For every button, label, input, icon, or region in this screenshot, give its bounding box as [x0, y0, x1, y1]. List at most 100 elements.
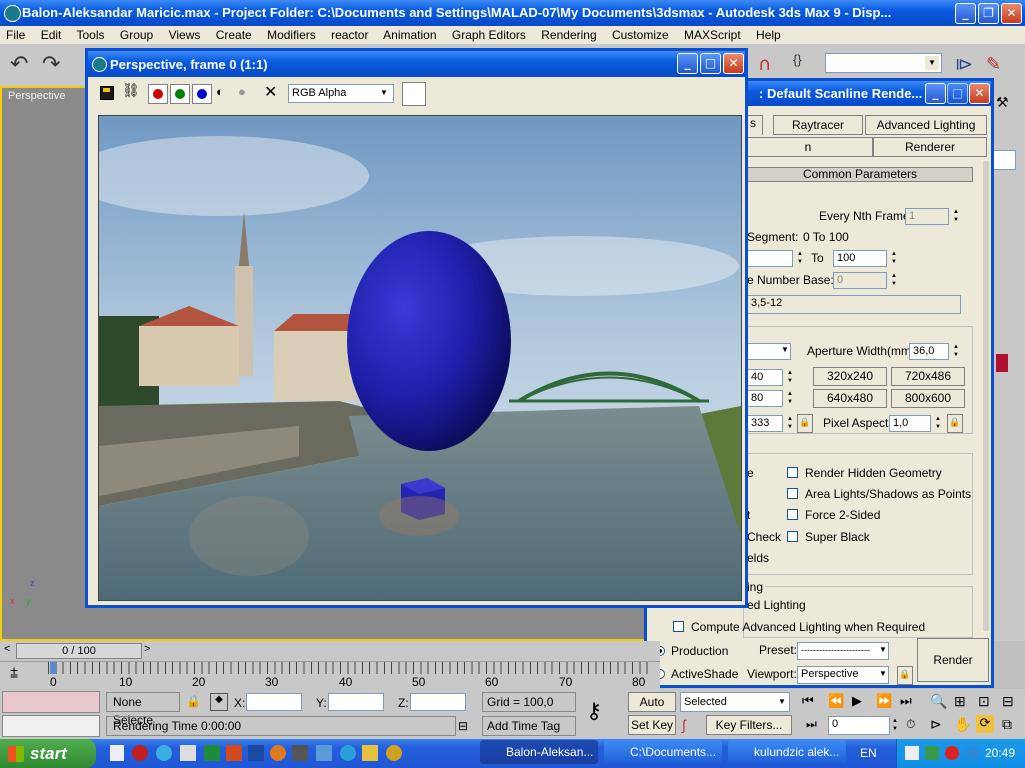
common-parameters-rollout[interactable]: Common Parameters [747, 167, 973, 182]
res-320x240-button[interactable]: 320x240 [813, 367, 887, 386]
magnet-snap-icon[interactable]: ∩ [758, 54, 784, 80]
render-hidden-geometry-checkbox[interactable] [787, 467, 798, 478]
key-mode-dropdown[interactable]: Selected [680, 692, 790, 712]
render-dialog-scrollbar[interactable] [983, 161, 989, 631]
play-icon[interactable]: ▶ [852, 693, 862, 709]
hammer-icon[interactable]: ⚒ [996, 94, 1009, 111]
task-explorer[interactable]: C:\Documents... [604, 740, 722, 764]
color-swatch-white[interactable] [402, 82, 426, 106]
menu-graph-editors[interactable]: Graph Editors [452, 28, 526, 42]
red-channel-icon[interactable] [148, 84, 168, 104]
add-time-tag[interactable]: Add Time Tag [482, 716, 576, 736]
clear-icon[interactable]: ✕ [264, 82, 277, 102]
prev-frame-icon[interactable]: ⏪ [828, 693, 844, 709]
monochrome-icon[interactable]: ● [238, 84, 246, 99]
viewport-dropdown[interactable]: Perspective [797, 666, 889, 684]
menu-tools[interactable]: Tools [77, 28, 105, 42]
menu-maxscript[interactable]: MAXScript [684, 28, 741, 42]
time-tag-icon[interactable]: ⊟ [458, 719, 468, 733]
tab-advanced-lighting[interactable]: Advanced Lighting [865, 115, 987, 135]
production-label[interactable]: Production [671, 644, 728, 658]
align-icon[interactable]: ✎ [986, 54, 1012, 80]
y-coordinate-field[interactable] [328, 693, 384, 711]
quicklaunch-icon-9[interactable] [292, 745, 308, 761]
range-start-field[interactable] [747, 250, 793, 267]
height-spinner[interactable]: ▲ ▼ [785, 390, 795, 407]
key-icon[interactable]: ⚷ [586, 699, 602, 724]
tab-renderer[interactable]: Renderer [873, 137, 987, 157]
current-frame-spinner[interactable]: ▲ ▼ [890, 717, 900, 734]
menu-help[interactable]: Help [756, 28, 781, 42]
tray-icon-4[interactable] [965, 746, 979, 760]
named-selection-icon[interactable]: {} [793, 52, 819, 78]
menu-animation[interactable]: Animation [383, 28, 436, 42]
render-dialog-minimize-button[interactable]: _ [925, 83, 946, 104]
preset-dropdown[interactable]: ----------------------- [797, 642, 889, 660]
close-button[interactable]: ✕ [1001, 3, 1022, 24]
quicklaunch-icon-3[interactable] [156, 745, 172, 761]
range-start-spinner[interactable]: ▲ ▼ [795, 250, 805, 267]
width-spinner[interactable]: ▲ ▼ [785, 369, 795, 386]
maxscript-listener-bottom[interactable] [2, 715, 100, 737]
time-slider[interactable]: 0 / 100 [16, 643, 142, 659]
menu-modifiers[interactable]: Modifiers [267, 28, 316, 42]
time-config-icon[interactable]: ⏱ [906, 717, 915, 732]
language-indicator[interactable]: EN [860, 746, 877, 760]
aperture-spinner[interactable]: ▲ ▼ [951, 343, 961, 360]
command-panel-dropdown[interactable] [992, 150, 1016, 170]
go-to-start-icon[interactable]: ⏮ [802, 693, 814, 709]
time-next-icon[interactable]: > [144, 643, 150, 655]
lock-pixel-aspect-icon[interactable]: 🔒 [947, 414, 963, 433]
key-mode-icon[interactable]: ⏭ [806, 717, 817, 732]
current-frame-field[interactable]: 0 [828, 716, 890, 735]
tray-icon-1[interactable] [905, 746, 919, 760]
key-filters-button[interactable]: Key Filters... [706, 715, 792, 735]
quicklaunch-icon-12[interactable] [362, 745, 378, 761]
selection-lock-icon[interactable]: 🔒 [186, 694, 201, 708]
lock-aspect-icon[interactable]: 🔒 [797, 414, 813, 433]
res-720x486-button[interactable]: 720x486 [891, 367, 965, 386]
menu-create[interactable]: Create [216, 28, 252, 42]
alpha-channel-icon[interactable]: ◐ [216, 84, 224, 99]
pixel-aspect-field[interactable]: 1,0 [889, 415, 931, 432]
go-to-end-icon[interactable]: ⏭ [900, 693, 912, 709]
range-end-spinner[interactable]: ▲ ▼ [889, 250, 899, 267]
zoom-extents-all-icon[interactable]: ⊟ [1002, 693, 1014, 710]
quicklaunch-icon-7[interactable] [248, 745, 264, 761]
compute-advanced-lighting-label[interactable]: Compute Advanced Lighting when Required [691, 620, 925, 634]
area-lights-label[interactable]: Area Lights/Shadows as Points [805, 487, 971, 501]
auto-key-button[interactable]: Auto Key [628, 692, 676, 727]
mirror-icon[interactable]: ⧐ [955, 54, 981, 80]
viewport-label[interactable]: Perspective [8, 90, 65, 102]
compute-advanced-lighting-checkbox[interactable] [673, 621, 684, 632]
blue-channel-icon[interactable] [192, 84, 212, 104]
render-button[interactable]: Render [917, 638, 989, 682]
quicklaunch-icon-6[interactable] [226, 745, 242, 761]
maximize-viewport-icon[interactable]: ⧉ [1002, 716, 1012, 733]
range-end-field[interactable]: 100 [833, 250, 887, 267]
activeshade-label[interactable]: ActiveShade [671, 667, 738, 681]
menu-views[interactable]: Views [169, 28, 201, 42]
restore-button[interactable]: ❐ [978, 3, 999, 24]
every-nth-field[interactable]: 1 [905, 208, 949, 225]
named-selection-dropdown[interactable]: ▼ [825, 53, 942, 73]
tangent-icon[interactable]: ∫ [682, 717, 686, 733]
render-dialog-maximize-button[interactable]: □ [947, 83, 968, 104]
image-aspect-field[interactable]: 333 [747, 415, 783, 432]
next-frame-icon[interactable]: ⏩ [876, 693, 892, 709]
aperture-field[interactable]: 36,0 [909, 343, 949, 360]
set-key-button[interactable]: Set Key [628, 715, 676, 735]
image-aspect-spinner[interactable]: ▲ ▼ [785, 415, 795, 432]
force-2-sided-label[interactable]: Force 2-Sided [805, 508, 880, 522]
task-document[interactable]: kulundzic alek... [728, 740, 846, 764]
clone-icon[interactable]: ⛓ [122, 82, 140, 99]
width-field[interactable]: 40 [747, 369, 783, 386]
menu-rendering[interactable]: Rendering [541, 28, 596, 42]
render-hidden-geometry-label[interactable]: Render Hidden Geometry [805, 466, 942, 480]
quicklaunch-icon-2[interactable] [132, 745, 148, 761]
use-advanced-lighting-label[interactable]: ed Lighting [747, 598, 806, 612]
menu-reactor[interactable]: reactor [331, 28, 368, 42]
fov-icon[interactable]: ⊳ [930, 716, 942, 733]
quicklaunch-icon-5[interactable] [204, 745, 220, 761]
start-button[interactable]: start [0, 739, 96, 768]
